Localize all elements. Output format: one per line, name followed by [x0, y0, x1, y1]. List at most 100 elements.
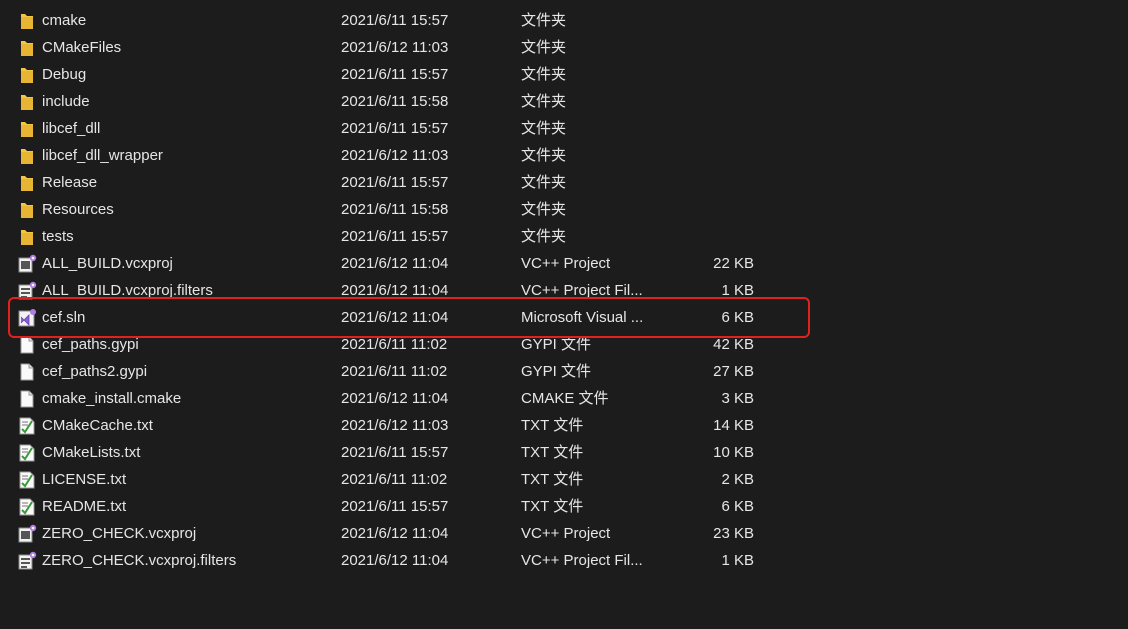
file-name: include: [42, 93, 90, 110]
file-size: 42 KB: [713, 336, 754, 353]
file-name: LICENSE.txt: [42, 471, 127, 488]
file-type: CMAKE 文件: [521, 390, 609, 407]
file-row[interactable]: cef_paths2.gypi 2021/6/11 11:02 GYPI 文件 27 …: [0, 358, 1128, 385]
file-modified-date: 2021/6/11 15:57: [341, 120, 449, 137]
file-type: 文件夹: [521, 147, 567, 164]
file-row[interactable]: include 2021/6/11 15:58 文件夹: [0, 88, 1128, 115]
file-size: 22 KB: [713, 255, 754, 272]
file-name: libcef_dll_wrapper: [42, 147, 163, 164]
file-modified-date: 2021/6/11 15:57: [341, 12, 449, 29]
file-row[interactable]: ALL_BUILD.vcxproj 2021/6/12 11:04 VC++ Pro…: [0, 250, 1128, 277]
file-type: 文件夹: [521, 12, 567, 29]
file-name: ALL_BUILD.vcxproj: [42, 255, 173, 272]
file-modified-date: 2021/6/12 11:04: [341, 282, 449, 299]
folder-icon: [17, 142, 37, 169]
file-modified-date: 2021/6/11 15:57: [341, 228, 449, 245]
file-name: cef_paths.gypi: [42, 336, 139, 353]
visual-studio-solution-icon: [17, 304, 37, 331]
file-type: TXT 文件: [521, 471, 584, 488]
file-type: 文件夹: [521, 66, 567, 83]
file-modified-date: 2021/6/12 11:03: [341, 417, 449, 434]
blank-file-icon: [17, 331, 37, 358]
folder-icon: [17, 34, 37, 61]
file-type: VC++ Project Fil...: [521, 282, 643, 299]
folder-icon: [17, 196, 37, 223]
file-size: 3 KB: [721, 390, 754, 407]
file-type: VC++ Project: [521, 255, 611, 272]
file-name: cef.sln: [42, 309, 86, 326]
file-modified-date: 2021/6/12 11:04: [341, 255, 449, 272]
file-size: 27 KB: [713, 363, 754, 380]
text-file-icon: [17, 493, 37, 520]
file-modified-date: 2021/6/11 15:58: [341, 93, 449, 110]
file-row[interactable]: libcef_dll 2021/6/11 15:57 文件夹: [0, 115, 1128, 142]
file-row[interactable]: LICENSE.txt 2021/6/11 11:02 TXT 文件 2 KB: [0, 466, 1128, 493]
file-name: Release: [42, 174, 98, 191]
file-modified-date: 2021/6/12 11:04: [341, 552, 449, 569]
file-type: 文件夹: [521, 228, 567, 245]
file-modified-date: 2021/6/11 15:57: [341, 66, 449, 83]
file-name: cef_paths2.gypi: [42, 363, 148, 380]
file-type: VC++ Project: [521, 525, 611, 542]
file-modified-date: 2021/6/11 15:57: [341, 498, 449, 515]
text-file-icon: [17, 412, 37, 439]
file-type: 文件夹: [521, 120, 567, 137]
file-modified-date: 2021/6/11 15:58: [341, 201, 449, 218]
folder-icon: [17, 115, 37, 142]
file-modified-date: 2021/6/12 11:03: [341, 147, 449, 164]
file-row[interactable]: cef.sln 2021/6/12 11:04 Microsoft Visual .…: [0, 304, 1128, 331]
file-size: 6 KB: [721, 309, 754, 326]
file-row[interactable]: README.txt 2021/6/11 15:57 TXT 文件 6 KB: [0, 493, 1128, 520]
file-modified-date: 2021/6/12 11:04: [341, 309, 449, 326]
file-row[interactable]: cmake 2021/6/11 15:57 文件夹: [0, 7, 1128, 34]
file-row[interactable]: ALL_BUILD.vcxproj.filters 2021/6/12 11:04…: [0, 277, 1128, 304]
file-type: TXT 文件: [521, 444, 584, 461]
file-type: GYPI 文件: [521, 336, 592, 353]
folder-icon: [17, 61, 37, 88]
file-size: 23 KB: [713, 525, 754, 542]
file-type: TXT 文件: [521, 498, 584, 515]
file-type: 文件夹: [521, 93, 567, 110]
file-name: Debug: [42, 66, 87, 83]
file-modified-date: 2021/6/11 11:02: [341, 336, 448, 353]
file-type: GYPI 文件: [521, 363, 592, 380]
file-name: libcef_dll: [42, 120, 101, 137]
file-row[interactable]: Debug 2021/6/11 15:57 文件夹: [0, 61, 1128, 88]
blank-file-icon: [17, 358, 37, 385]
file-row[interactable]: Resources 2021/6/11 15:58 文件夹: [0, 196, 1128, 223]
folder-icon: [17, 169, 37, 196]
file-row[interactable]: libcef_dll_wrapper 2021/6/12 11:03 文件夹: [0, 142, 1128, 169]
file-row[interactable]: tests 2021/6/11 15:57 文件夹: [0, 223, 1128, 250]
file-type: 文件夹: [521, 174, 567, 191]
file-name: tests: [42, 228, 74, 245]
file-modified-date: 2021/6/12 11:03: [341, 39, 449, 56]
file-name: ZERO_CHECK.vcxproj: [42, 525, 197, 542]
file-row[interactable]: cmake_install.cmake 2021/6/12 11:04 CMAKE …: [0, 385, 1128, 412]
file-row[interactable]: ZERO_CHECK.vcxproj.filters 2021/6/12 11:0…: [0, 547, 1128, 574]
file-type: 文件夹: [521, 39, 567, 56]
text-file-icon: [17, 466, 37, 493]
file-name: ALL_BUILD.vcxproj.filters: [42, 282, 213, 299]
file-size: 2 KB: [721, 471, 754, 488]
file-row[interactable]: cef_paths.gypi 2021/6/11 11:02 GYPI 文件 42 K…: [0, 331, 1128, 358]
file-size: 14 KB: [713, 417, 754, 434]
folder-icon: [17, 88, 37, 115]
file-row[interactable]: CMakeLists.txt 2021/6/11 15:57 TXT 文件 10 KB: [0, 439, 1128, 466]
vcxproj-icon: [17, 250, 37, 277]
file-modified-date: 2021/6/11 15:57: [341, 174, 449, 191]
file-modified-date: 2021/6/12 11:04: [341, 390, 449, 407]
file-row[interactable]: CMakeFiles 2021/6/12 11:03 文件夹: [0, 34, 1128, 61]
file-row[interactable]: Release 2021/6/11 15:57 文件夹: [0, 169, 1128, 196]
blank-file-icon: [17, 385, 37, 412]
file-name: CMakeCache.txt: [42, 417, 153, 434]
vcxproj-filters-icon: [17, 277, 37, 304]
file-row[interactable]: CMakeCache.txt 2021/6/12 11:03 TXT 文件 14 KB: [0, 412, 1128, 439]
file-modified-date: 2021/6/11 11:02: [341, 471, 448, 488]
file-size: 1 KB: [721, 282, 754, 299]
vcxproj-filters-icon: [17, 547, 37, 574]
file-modified-date: 2021/6/11 11:02: [341, 363, 448, 380]
file-row[interactable]: ZERO_CHECK.vcxproj 2021/6/12 11:04 VC++ Pr…: [0, 520, 1128, 547]
file-name: ZERO_CHECK.vcxproj.filters: [42, 552, 237, 569]
folder-icon: [17, 7, 37, 34]
file-modified-date: 2021/6/12 11:04: [341, 525, 449, 542]
